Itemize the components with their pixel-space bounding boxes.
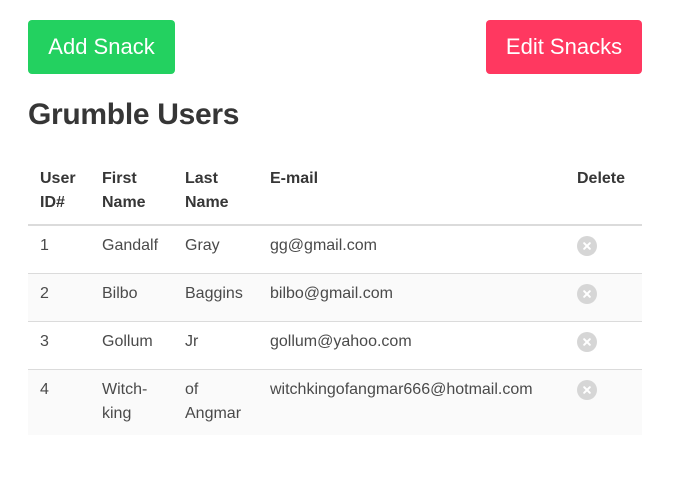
cell-user-id: 1 [28,225,90,274]
header-first-name-line1: First [102,170,137,187]
header-last-name: Last Name [173,157,258,226]
table-row: 2 Bilbo Baggins bilbo@gmail.com [28,273,642,322]
header-delete: Delete [565,157,642,226]
cell-delete [565,321,642,370]
table-header: User ID# First Name Last Name E-mail Delete [28,157,642,226]
header-row: User ID# First Name Last Name E-mail Delete [28,157,642,226]
table-row: 1 Gandalf Gray gg@gmail.com [28,225,642,274]
edit-snacks-button[interactable]: Edit Snacks [486,20,642,74]
cell-first-name: Gandalf [90,225,173,274]
cell-email: gg@gmail.com [258,225,565,274]
page: Add Snack Edit Snacks Grumble Users User… [0,0,680,493]
cell-first-name: Gollum [90,321,173,370]
cell-email: witchkingofangmar666@hotmail.com [258,369,565,435]
cell-user-id: 2 [28,273,90,322]
table-body: 1 Gandalf Gray gg@gmail.com 2 Bilbo Bagg… [28,225,642,435]
cell-first-name: Bilbo [90,273,173,322]
header-email: E-mail [258,157,565,226]
cell-user-id: 4 [28,369,90,435]
add-snack-button[interactable]: Add Snack [28,20,175,74]
page-title: Grumble Users [28,98,240,131]
header-user-id: User ID# [28,157,90,226]
header-last-name-line2: Name [185,194,229,211]
cell-first-name: Witch-king [90,369,173,435]
cell-last-name: of Angmar [173,369,258,435]
cell-last-name: Jr [173,321,258,370]
cell-delete [565,273,642,322]
cell-delete [565,369,642,435]
cell-delete [565,225,642,274]
header-user-id-line1: User [40,170,76,187]
close-circle-icon[interactable] [577,284,597,304]
cell-user-id: 3 [28,321,90,370]
header-first-name-line2: Name [102,194,146,211]
table-row: 4 Witch-king of Angmar witchkingofangmar… [28,369,642,435]
users-table: User ID# First Name Last Name E-mail Delete… [28,157,642,435]
header-first-name: First Name [90,157,173,226]
header-user-id-line2: ID# [40,194,65,211]
close-circle-icon[interactable] [577,332,597,352]
cell-last-name: Gray [173,225,258,274]
cell-email: gollum@yahoo.com [258,321,565,370]
close-circle-icon[interactable] [577,236,597,256]
cell-last-name: Baggins [173,273,258,322]
cell-email: bilbo@gmail.com [258,273,565,322]
header-last-name-line1: Last [185,170,218,187]
table-row: 3 Gollum Jr gollum@yahoo.com [28,321,642,370]
close-circle-icon[interactable] [577,380,597,400]
